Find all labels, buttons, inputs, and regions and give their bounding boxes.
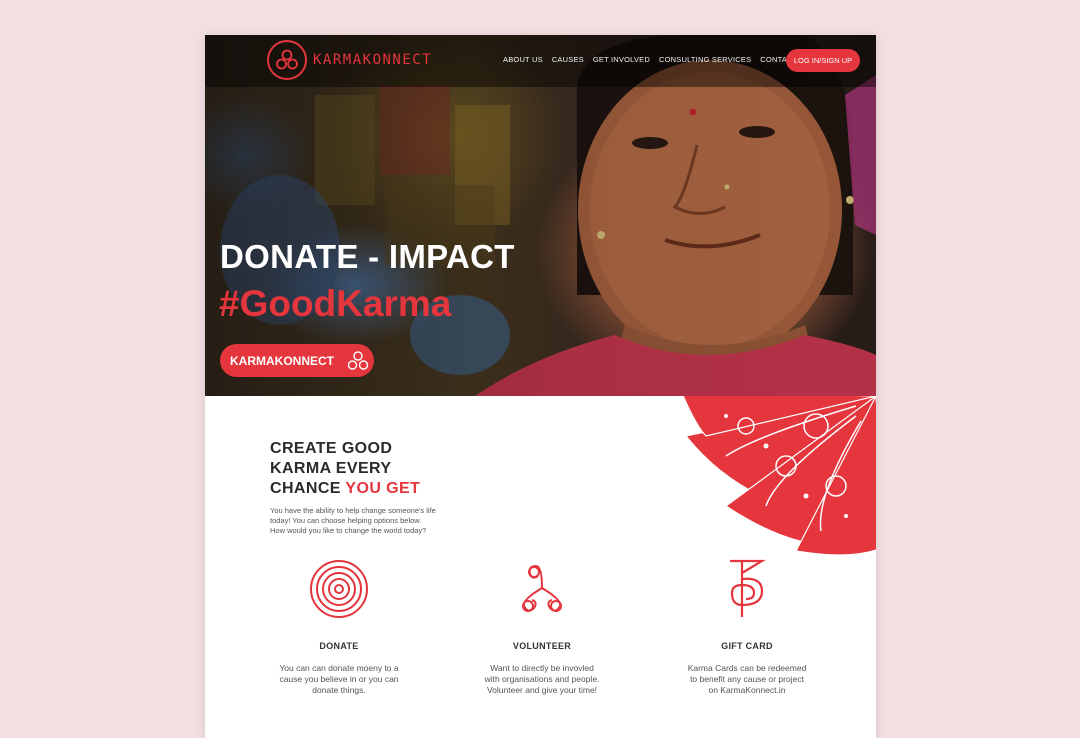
feature-volunteer[interactable]: VOLUNTEER Want to directly be invovled w… — [462, 555, 622, 696]
feature-desc-line: Volunteer and give your time! — [486, 685, 598, 695]
heading-accent: YOU GET — [345, 480, 421, 497]
feature-desc-line: Karma Cards can be redeemed — [687, 663, 807, 673]
top-navbar: KARMAKONNECT ABOUT US CAUSES GET INVOLVE… — [205, 35, 876, 87]
feature-desc-line: to benefit any cause or project — [690, 674, 804, 684]
mandala-decoration — [682, 396, 876, 556]
triskelion-icon — [462, 555, 622, 623]
nav-consulting-services[interactable]: CONSULTING SERVICES — [659, 55, 751, 64]
spiral-icon — [259, 555, 419, 623]
hero-overlay — [205, 35, 876, 396]
feature-title: GIFT CARD — [721, 641, 773, 651]
hero-title: DONATE - IMPACT — [220, 238, 515, 275]
intro-body-line: today! You can choose helping options be… — [270, 516, 422, 525]
feature-desc-line: with organisations and people. — [484, 674, 600, 684]
cho-ku-rei-icon — [667, 555, 827, 623]
feature-desc-line: cause you believe in or you can — [279, 674, 399, 684]
nav-get-involved[interactable]: GET INVOLVED — [593, 55, 650, 64]
heading-line: CREATE GOOD — [270, 440, 393, 457]
web-page: KARMAKONNECT ABOUT US CAUSES GET INVOLVE… — [205, 35, 876, 738]
feature-desc-line: You can can donate moeny to a — [279, 663, 399, 673]
feature-desc: You can can donate moeny to a cause you … — [259, 663, 419, 696]
intro-body: You have the ability to help change some… — [270, 506, 465, 536]
hero-tagline: #GoodKarma — [219, 283, 452, 324]
feature-desc: Want to directly be invovled with organi… — [462, 663, 622, 696]
heading-line: KARMA EVERY — [270, 460, 392, 477]
feature-desc-line: donate things. — [312, 685, 366, 695]
feature-gift-card[interactable]: GIFT CARD Karma Cards can be redeemed to… — [667, 555, 827, 696]
hero-banner: KARMAKONNECT ABOUT US CAUSES GET INVOLVE… — [205, 35, 876, 396]
triskelion-icon — [347, 350, 369, 370]
feature-donate[interactable]: DONATE You can can donate moeny to a cau… — [259, 555, 419, 696]
feature-desc: Karma Cards can be redeemed to benefit a… — [667, 663, 827, 696]
nav-about-us[interactable]: ABOUT US — [503, 55, 543, 64]
heading-line: CHANCE YOU GET — [270, 479, 420, 499]
heading-plain: CHANCE — [270, 480, 346, 497]
logo-icon — [267, 40, 307, 80]
main-nav: ABOUT US CAUSES GET INVOLVED CONSULTING … — [503, 55, 797, 64]
logo-text: KARMAKONNECT — [313, 52, 433, 68]
intro-body-line: How would you like to change the world t… — [270, 526, 427, 535]
logo[interactable]: KARMAKONNECT — [267, 40, 432, 80]
intro-heading: CREATE GOOD KARMA EVERY CHANCE YOU GET — [270, 439, 420, 499]
feature-title: VOLUNTEER — [512, 641, 572, 651]
login-signup-button[interactable]: LOG IN/SIGN UP — [786, 49, 860, 72]
cta-label: KARMAKONNECT — [230, 353, 334, 368]
nav-causes[interactable]: CAUSES — [552, 55, 584, 64]
feature-desc-line: Want to directly be invovled — [490, 663, 594, 673]
karmakonnect-cta-button[interactable]: KARMAKONNECT — [220, 344, 374, 377]
feature-title: DONATE — [319, 641, 359, 651]
feature-desc-line: on KarmaKonnect.in — [708, 685, 786, 695]
intro-body-line: You have the ability to help change some… — [270, 506, 436, 515]
